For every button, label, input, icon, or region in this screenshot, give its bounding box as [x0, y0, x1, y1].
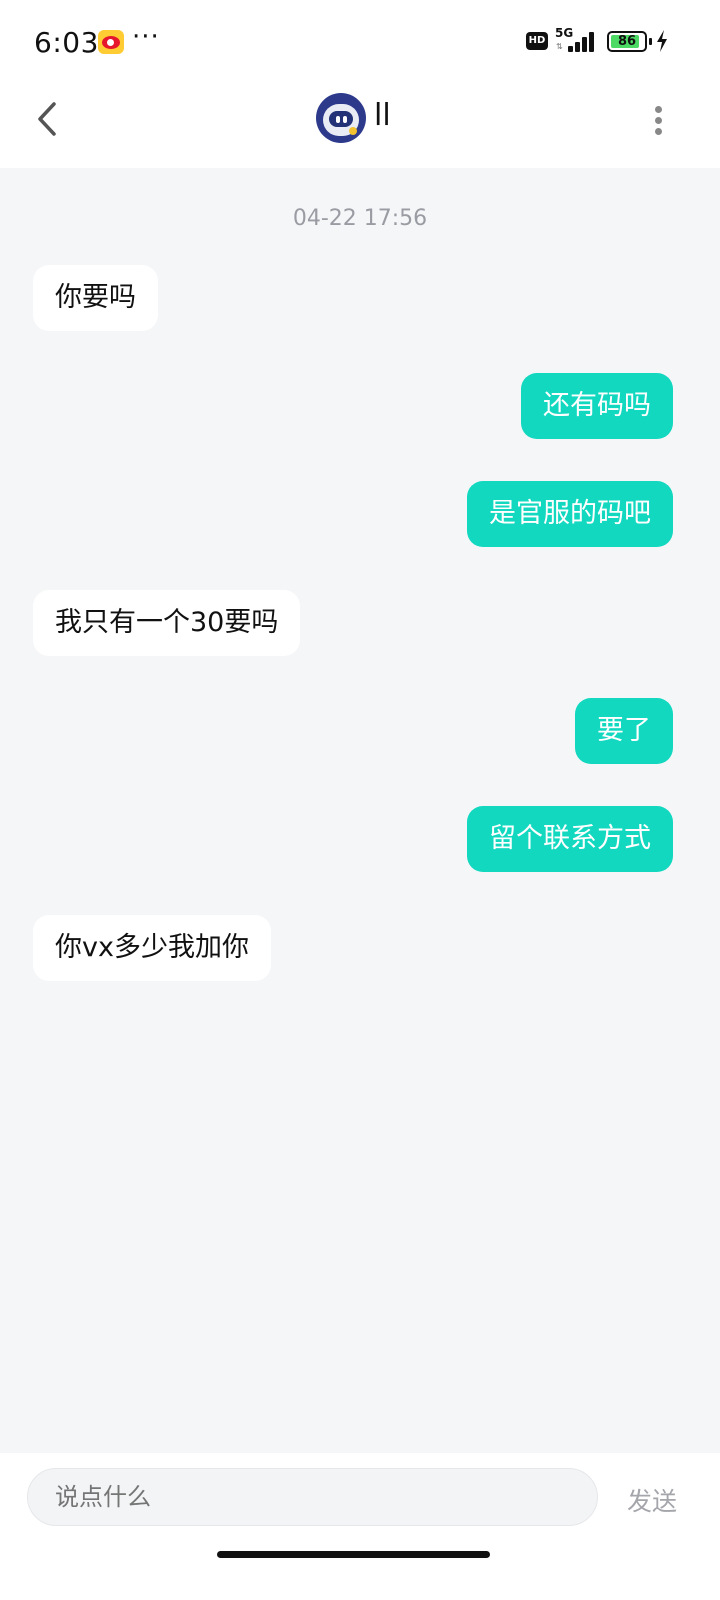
more-options-button[interactable] — [640, 98, 680, 142]
incoming-message-bubble[interactable]: 你vx多少我加你 — [33, 915, 271, 981]
message-input[interactable] — [27, 1468, 598, 1526]
outgoing-message-bubble[interactable]: 留个联系方式 — [467, 806, 673, 872]
incoming-message-bubble[interactable]: 你要吗 — [33, 265, 158, 331]
contact-avatar[interactable] — [316, 93, 366, 143]
home-indicator[interactable] — [217, 1551, 490, 1558]
input-bar: 发送 — [0, 1453, 720, 1600]
status-bar: 6:03 ··· HD 5G ⇅ 86 — [0, 0, 720, 84]
signal-icon — [566, 30, 598, 52]
incoming-message-bubble[interactable]: 我只有一个30要吗 — [33, 590, 301, 656]
weibo-icon — [98, 30, 124, 54]
battery-icon: 86 — [607, 31, 647, 52]
chat-messages[interactable]: 04-22 17:56 你要吗还有码吗是官服的码吧我只有一个30要吗要了留个联系… — [0, 168, 720, 1453]
vertical-dots-icon — [655, 106, 662, 113]
data-arrows-icon: ⇅ — [556, 42, 563, 51]
message-timestamp: 04-22 17:56 — [292, 206, 428, 231]
status-time: 6:03 — [34, 26, 99, 59]
hd-icon: HD — [526, 32, 548, 50]
charging-icon — [657, 30, 667, 52]
send-button[interactable]: 发送 — [627, 1482, 677, 1518]
outgoing-message-bubble[interactable]: 还有码吗 — [521, 373, 673, 439]
back-button[interactable] — [26, 98, 70, 142]
outgoing-message-bubble[interactable]: 要了 — [575, 698, 673, 764]
contact-name[interactable]: ll — [374, 98, 391, 133]
battery-percent: 86 — [617, 34, 637, 49]
battery-cap — [649, 38, 652, 45]
outgoing-message-bubble[interactable]: 是官服的码吧 — [467, 481, 673, 547]
status-more-indicator: ··· — [132, 22, 160, 52]
chat-header: ll — [0, 84, 720, 168]
chevron-left-icon — [38, 102, 56, 136]
